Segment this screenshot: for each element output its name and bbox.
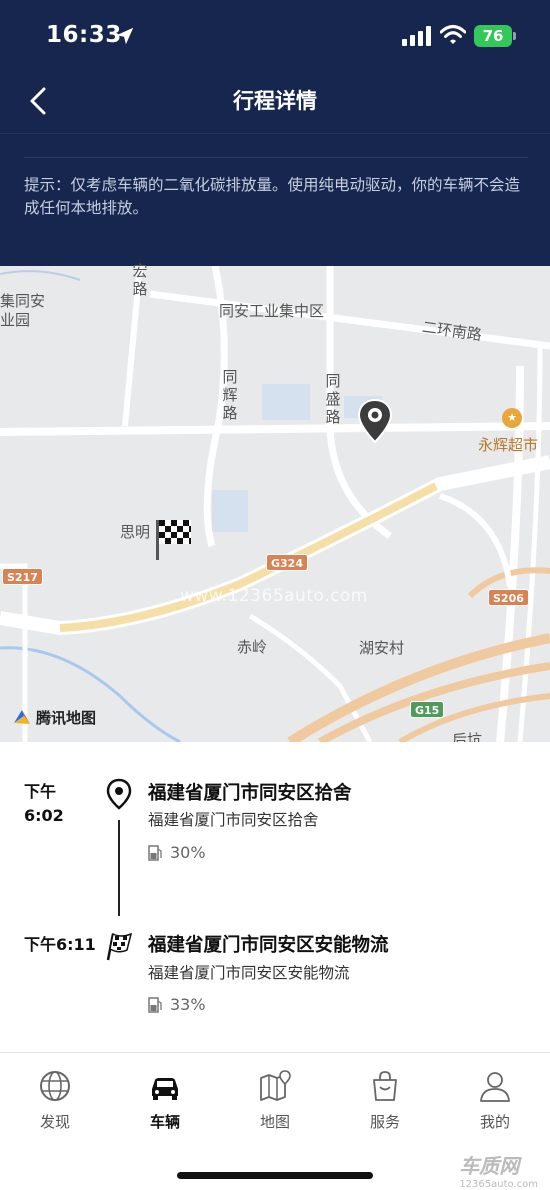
page-title: 行程详情 (233, 89, 317, 113)
map-icon (260, 1070, 291, 1101)
end-time: 下午6:11 (24, 935, 96, 954)
divider (0, 133, 550, 134)
map-watermark: www.12365auto.com (180, 586, 368, 606)
tab-profile[interactable]: 我的 (455, 1069, 535, 1132)
divider (24, 157, 528, 158)
tab-label: 我的 (479, 1113, 510, 1131)
car-icon (152, 1078, 178, 1100)
end-battery-level: 33% (148, 995, 206, 1014)
charge-level-icon (148, 845, 162, 861)
globe-icon (40, 1071, 70, 1101)
location-arrow-icon (116, 27, 134, 45)
tab-label: 服务 (369, 1113, 400, 1131)
home-indicator[interactable] (177, 1172, 373, 1179)
battery-indicator: 76 (474, 25, 516, 47)
emission-hint-text: 提示：仅考虑车辆的二氧化碳排放量。使用纯电动驱动，你的车辆不会造成任何本地排放。 (24, 176, 521, 217)
end-battery-percent: 33% (170, 995, 206, 1014)
shopping-bag-icon (373, 1071, 397, 1101)
start-pin-icon (106, 778, 132, 810)
map-label: 集同安 (0, 292, 46, 310)
start-location-pin-icon[interactable] (356, 398, 394, 444)
start-time: 6:02 (24, 806, 64, 825)
end-location-name: 福建省厦门市同安区安能物流 (148, 935, 389, 956)
charge-level-icon (148, 997, 162, 1013)
road-shield: S206 (488, 589, 529, 606)
status-time: 16:33 (46, 22, 122, 48)
start-battery-level: 30% (148, 843, 206, 862)
end-flag-icon (106, 932, 133, 961)
map-label: 同辉路 (222, 368, 238, 422)
supermarket-poi-icon: ★ (502, 408, 522, 428)
road-shield: G15 (410, 701, 445, 718)
tab-map[interactable]: 地图 (235, 1069, 315, 1132)
map-label: 湖安村 (359, 639, 405, 657)
map-label: 同安工业集中区 (219, 302, 325, 320)
tab-vehicle[interactable]: 车辆 (125, 1069, 205, 1132)
site-watermark: 车质网 12365auto.com (459, 1150, 538, 1190)
map-label: 永辉超市 (478, 436, 539, 454)
wifi-icon (440, 25, 466, 44)
status-bar: 16:33 76 (0, 0, 550, 70)
end-location-address: 福建省厦门市同安区安能物流 (148, 964, 350, 982)
map-label: 业园 (0, 311, 31, 329)
tab-label: 地图 (259, 1113, 290, 1131)
tab-service[interactable]: 服务 (345, 1069, 425, 1132)
tab-label: 车辆 (149, 1113, 180, 1131)
tab-label: 发现 (39, 1113, 70, 1131)
nav-bar: 行程详情 (0, 75, 550, 125)
cellular-signal-icon (402, 26, 431, 46)
tencent-map-logo-icon (14, 710, 30, 724)
watermark-url: 12365auto.com (459, 1179, 538, 1190)
start-location-address: 福建省厦门市同安区拾舍 (148, 811, 319, 829)
road-shield: S217 (2, 568, 43, 585)
start-battery-percent: 30% (170, 843, 206, 862)
header: 16:33 76 行程详情 提示：仅考虑车辆的二氧化碳排放量。使用纯电动驱动，你… (0, 0, 550, 266)
map-label: 思明 (120, 523, 151, 541)
tab-discover[interactable]: 发现 (15, 1069, 95, 1132)
map-label: 赤岭 (237, 638, 268, 656)
road-shield: G324 (266, 554, 308, 571)
watermark-brand: 车质网 (459, 1154, 520, 1178)
map-brand-label: 腾讯地图 (36, 708, 97, 727)
destination-flag-icon[interactable] (152, 516, 192, 562)
start-time-period: 下午 (24, 782, 57, 801)
start-location-name: 福建省厦门市同安区拾舍 (148, 783, 352, 804)
map-provider-brand: 腾讯地图 (12, 706, 96, 728)
route-timeline-line (118, 820, 120, 916)
person-icon (480, 1072, 510, 1102)
map-label: 同盛路 (325, 372, 341, 426)
map-label: 宏路 (132, 262, 148, 298)
